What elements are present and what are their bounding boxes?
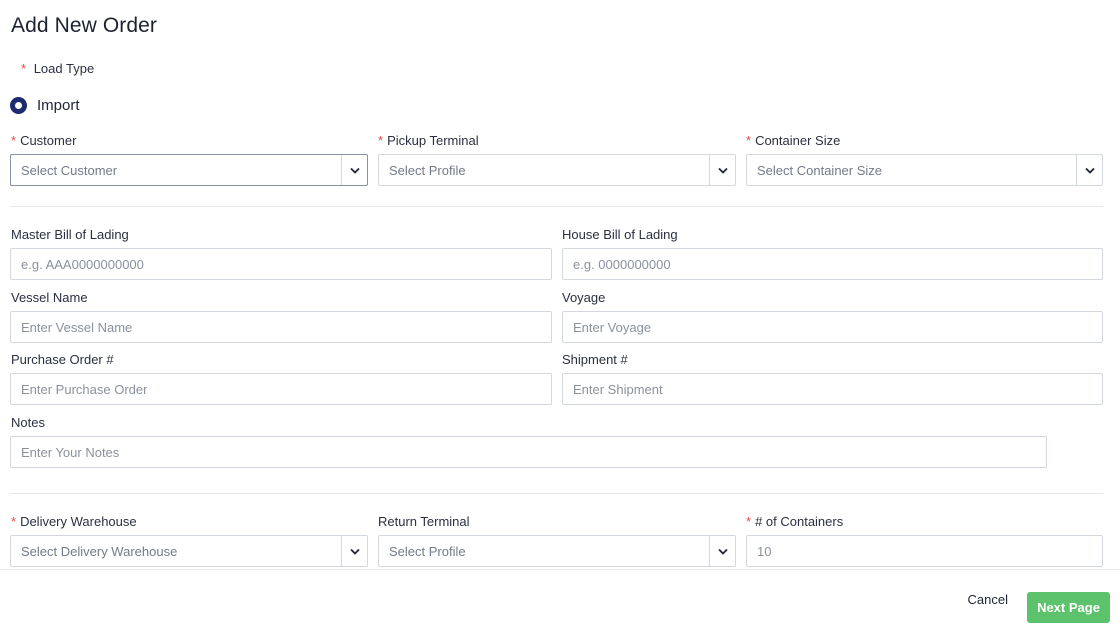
customer-label: * Customer xyxy=(11,133,76,148)
required-mark: * xyxy=(746,133,752,148)
shipment-input[interactable] xyxy=(562,373,1103,405)
customer-label-text: Customer xyxy=(20,133,77,148)
shipment-label: Shipment # xyxy=(562,352,628,367)
required-mark: * xyxy=(746,514,752,529)
chevron-down-icon[interactable] xyxy=(1076,155,1102,185)
container-size-label: * Container Size xyxy=(746,133,840,148)
delivery-warehouse-select[interactable]: Select Delivery Warehouse xyxy=(10,535,368,567)
required-mark: * xyxy=(21,61,27,76)
modal-footer: Cancel Next Page xyxy=(0,569,1120,627)
vessel-name-label: Vessel Name xyxy=(11,290,88,305)
notes-label: Notes xyxy=(11,415,45,430)
chevron-down-icon[interactable] xyxy=(709,155,735,185)
house-bol-input[interactable] xyxy=(562,248,1103,280)
master-bol-input[interactable] xyxy=(10,248,552,280)
chevron-down-icon[interactable] xyxy=(341,155,367,185)
load-type-label-text: Load Type xyxy=(33,61,95,76)
delivery-warehouse-label-text: Delivery Warehouse xyxy=(20,514,137,529)
load-type-label: * Load Type xyxy=(21,61,94,76)
next-page-button[interactable]: Next Page xyxy=(1027,592,1110,623)
delivery-warehouse-select-placeholder: Select Delivery Warehouse xyxy=(21,543,178,559)
pickup-terminal-select[interactable]: Select Profile xyxy=(378,154,736,186)
container-size-label-text: Container Size xyxy=(755,133,841,148)
voyage-label: Voyage xyxy=(562,290,606,305)
pickup-terminal-label: * Pickup Terminal xyxy=(378,133,479,148)
customer-select[interactable]: Select Customer xyxy=(10,154,368,186)
required-mark: * xyxy=(378,133,384,148)
num-containers-label: * # of Containers xyxy=(746,514,843,529)
purchase-order-label: Purchase Order # xyxy=(11,352,114,367)
vessel-name-input[interactable] xyxy=(10,311,552,343)
load-type-import-radio[interactable]: Import xyxy=(10,95,80,115)
master-bol-label: Master Bill of Lading xyxy=(11,227,129,242)
voyage-input[interactable] xyxy=(562,311,1103,343)
cancel-button[interactable]: Cancel xyxy=(968,592,1008,607)
notes-input[interactable] xyxy=(10,436,1047,468)
pickup-terminal-label-text: Pickup Terminal xyxy=(387,133,479,148)
add-order-modal: Add New Order * Load Type Import * Custom… xyxy=(0,0,1120,627)
container-size-select-placeholder: Select Container Size xyxy=(757,162,883,178)
chevron-down-icon[interactable] xyxy=(709,536,735,566)
required-mark: * xyxy=(11,514,17,529)
num-containers-input[interactable] xyxy=(746,535,1103,567)
return-terminal-label: Return Terminal xyxy=(378,514,470,529)
chevron-down-icon[interactable] xyxy=(341,536,367,566)
return-terminal-select-placeholder: Select Profile xyxy=(389,543,466,559)
container-size-select[interactable]: Select Container Size xyxy=(746,154,1103,186)
required-mark: * xyxy=(11,133,17,148)
section-divider xyxy=(10,206,1103,207)
radio-checked-icon xyxy=(10,96,27,114)
delivery-warehouse-label: * Delivery Warehouse xyxy=(11,514,137,529)
return-terminal-select[interactable]: Select Profile xyxy=(378,535,736,567)
page-title: Add New Order xyxy=(11,14,158,37)
house-bol-label: House Bill of Lading xyxy=(562,227,678,242)
customer-select-placeholder: Select Customer xyxy=(21,162,118,178)
radio-label-import: Import xyxy=(37,96,80,114)
num-containers-label-text: # of Containers xyxy=(755,514,844,529)
section-divider xyxy=(10,493,1103,494)
purchase-order-input[interactable] xyxy=(10,373,552,405)
pickup-terminal-select-placeholder: Select Profile xyxy=(389,162,466,178)
